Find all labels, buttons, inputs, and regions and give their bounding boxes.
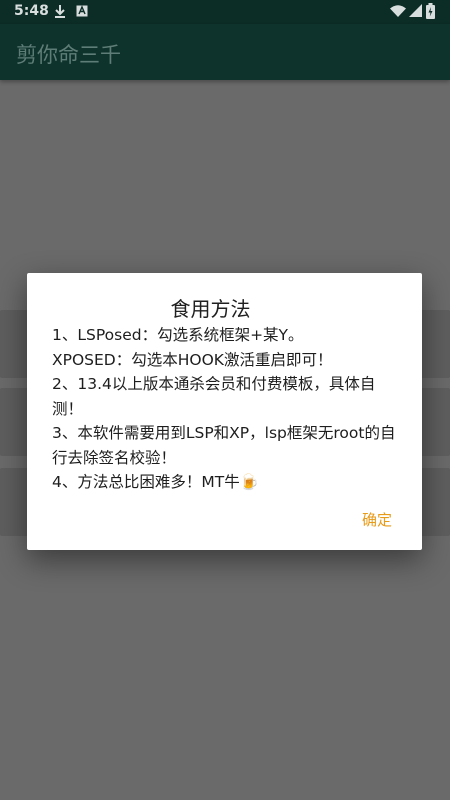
instructions-dialog: 食用方法 1、LSPosed：勾选系统框架+某Y。 XPOSED：勾选本HOOK… <box>27 273 422 550</box>
dialog-line: 1、LSPosed：勾选系统框架+某Y。 <box>52 326 304 344</box>
app-title: 剪你命三千 <box>16 43 121 67</box>
battery-icon <box>426 3 435 23</box>
dialog-message: 1、LSPosed：勾选系统框架+某Y。 XPOSED：勾选本HOOK激活重启即… <box>52 323 397 495</box>
signal-icon <box>409 4 423 22</box>
app-bar: 剪你命三千 <box>0 24 450 80</box>
background-card <box>420 388 450 456</box>
notification-a-icon <box>76 4 88 22</box>
background-card <box>420 468 450 536</box>
background-card <box>0 310 30 378</box>
background-card <box>0 388 30 456</box>
dialog-title-row: 食用方法 <box>27 293 422 322</box>
dialog-line: 4、方法总比困难多！MT牛🍺 <box>52 473 260 491</box>
wifi-icon <box>390 4 406 22</box>
dialog-line: 3、本软件需要用到LSP和XP，lsp框架无root的自行去除签名校验！ <box>52 424 396 467</box>
background-card <box>420 310 450 378</box>
status-time: 5:48 <box>14 3 49 19</box>
background-card <box>0 468 30 536</box>
download-icon <box>54 4 66 22</box>
dialog-line: 2、13.4以上版本通杀会员和付费模板，具体自测！ <box>52 375 376 418</box>
status-bar: 5:48 <box>0 0 450 24</box>
dialog-title: 食用方法 <box>170 297 251 321</box>
confirm-button[interactable]: 确定 <box>362 509 392 530</box>
dialog-line: XPOSED：勾选本HOOK激活重启即可！ <box>52 350 333 369</box>
